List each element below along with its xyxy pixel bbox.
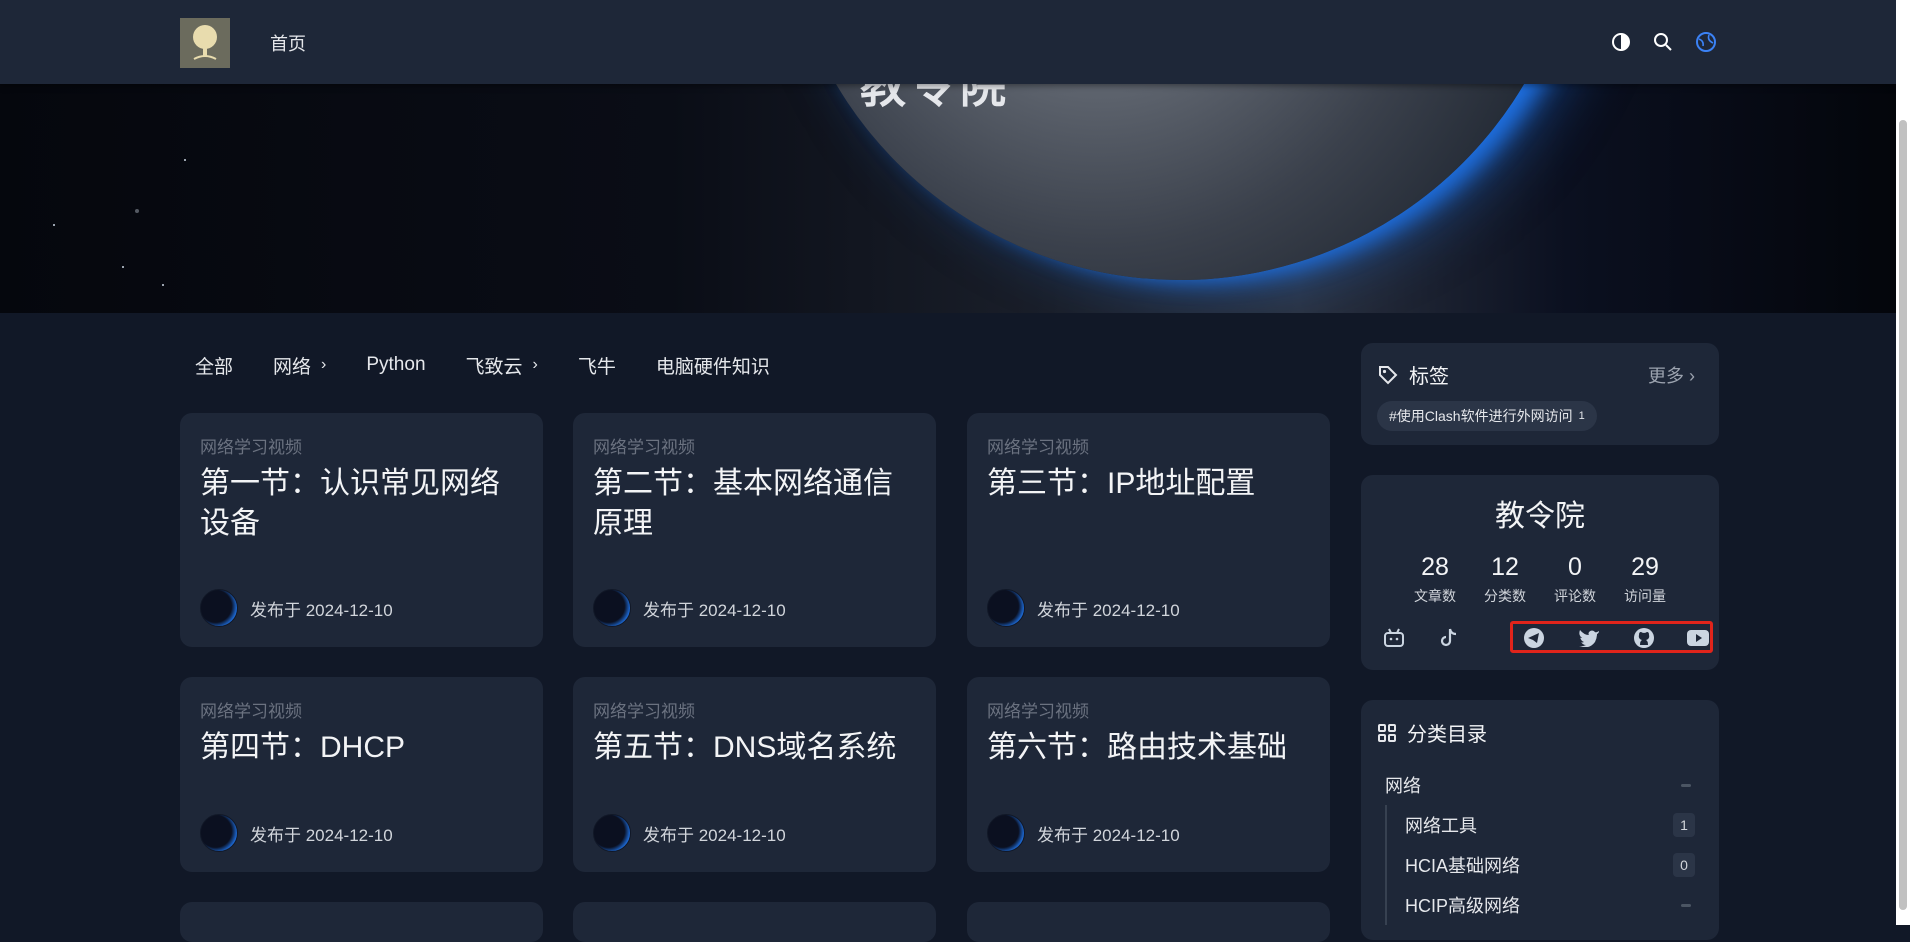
category-count: 0 (1673, 853, 1695, 877)
tag-icon (1379, 365, 1398, 384)
tree-icon (193, 25, 217, 60)
star (53, 224, 55, 226)
post-title[interactable]: 第二节：基本网络通信原理 (593, 464, 916, 544)
top-navbar: 首页 (0, 0, 1910, 84)
avatar (200, 589, 238, 627)
category-tabs: 全部 网络 › Python 飞致云 › 飞牛 电脑硬件知识 (195, 350, 810, 380)
tab-all[interactable]: 全部 (195, 352, 233, 379)
stat-comments[interactable]: 0 评论数 (1540, 553, 1610, 606)
category-item-hcip[interactable]: HCIP高级网络 (1405, 885, 1695, 925)
collapse-icon[interactable] (1681, 903, 1691, 907)
profile-panel: 教令院 28 文章数 12 分类数 0 评论数 29 访问量 (1361, 475, 1719, 670)
avatar (593, 814, 631, 852)
tab-python[interactable]: Python (366, 354, 425, 376)
category-count: 1 (1673, 813, 1695, 837)
profile-stats: 28 文章数 12 分类数 0 评论数 29 访问量 (1361, 553, 1719, 606)
post-title[interactable]: 第六节：路由技术基础 (987, 728, 1310, 768)
post-card[interactable] (967, 902, 1330, 942)
star (162, 284, 164, 286)
category-item-network[interactable]: 网络 (1377, 765, 1695, 805)
post-card[interactable]: 网络学习视频 第六节：路由技术基础 发布于 2024-12-10 (967, 677, 1330, 872)
tags-panel: 标签 更多 › #使用Clash软件进行外网访问 1 (1361, 343, 1719, 445)
chevron-right-icon: › (321, 356, 327, 373)
star (184, 159, 186, 161)
post-category[interactable]: 网络学习视频 (987, 433, 1310, 458)
grid-icon (1378, 723, 1396, 742)
avatar (593, 589, 631, 627)
social-highlight-box (1510, 621, 1713, 653)
avatar (987, 814, 1025, 852)
categories-panel-header: 分类目录 (1377, 718, 1695, 747)
bilibili-icon[interactable] (1382, 626, 1406, 650)
chevron-right-icon: › (1689, 366, 1695, 386)
stat-visits[interactable]: 29 访问量 (1610, 553, 1680, 606)
star (135, 209, 139, 213)
category-children: 网络工具 1 HCIA基础网络 0 HCIP高级网络 (1385, 805, 1695, 925)
post-date: 发布于 2024-12-10 (643, 600, 786, 620)
collapse-icon[interactable] (1681, 783, 1691, 787)
tag-chip[interactable]: #使用Clash软件进行外网访问 1 (1377, 401, 1597, 431)
tab-hardware[interactable]: 电脑硬件知识 (656, 352, 770, 379)
post-meta: 发布于 2024-12-10 (593, 814, 786, 852)
site-logo[interactable] (180, 18, 230, 68)
post-category[interactable]: 网络学习视频 (593, 697, 916, 722)
post-title[interactable]: 第一节：认识常见网络设备 (200, 464, 523, 544)
avatar (987, 589, 1025, 627)
tab-network[interactable]: 网络 › (273, 352, 326, 379)
social-links (1379, 621, 1713, 655)
category-item-network-tools[interactable]: 网络工具 1 (1405, 805, 1695, 845)
stat-articles[interactable]: 28 文章数 (1400, 553, 1470, 606)
search-icon[interactable] (1651, 30, 1675, 54)
post-category[interactable]: 网络学习视频 (593, 433, 916, 458)
profile-name: 教令院 (1495, 500, 1585, 533)
categories-panel: 分类目录 网络 网络工具 1 HCIA基础网络 0 HCIP高级网络 (1361, 700, 1719, 940)
avatar (200, 814, 238, 852)
post-card[interactable]: 网络学习视频 第四节：DHCP 发布于 2024-12-10 (180, 677, 543, 872)
post-meta: 发布于 2024-12-10 (987, 589, 1180, 627)
post-category[interactable]: 网络学习视频 (200, 433, 523, 458)
page-scrollbar[interactable] (1896, 0, 1910, 925)
post-card[interactable]: 网络学习视频 第二节：基本网络通信原理 发布于 2024-12-10 (573, 413, 936, 647)
tab-fit2cloud[interactable]: 飞致云 › (466, 352, 538, 379)
post-category[interactable]: 网络学习视频 (987, 697, 1310, 722)
post-card[interactable] (180, 902, 543, 942)
stat-categories[interactable]: 12 分类数 (1470, 553, 1540, 606)
post-card[interactable]: 网络学习视频 第一节：认识常见网络设备 发布于 2024-12-10 (180, 413, 543, 647)
post-meta: 发布于 2024-12-10 (987, 814, 1180, 852)
post-card[interactable]: 网络学习视频 第三节：IP地址配置 发布于 2024-12-10 (967, 413, 1330, 647)
category-item-hcia[interactable]: HCIA基础网络 0 (1405, 845, 1695, 885)
post-date: 发布于 2024-12-10 (250, 600, 393, 620)
nav-home-link[interactable]: 首页 (270, 30, 306, 56)
globe-icon[interactable] (1694, 30, 1718, 54)
tags-panel-title: 标签 (1409, 366, 1449, 388)
post-title[interactable]: 第四节：DHCP (200, 728, 523, 768)
category-tree: 网络 网络工具 1 HCIA基础网络 0 HCIP高级网络 (1377, 765, 1695, 925)
post-category[interactable]: 网络学习视频 (200, 697, 523, 722)
post-meta: 发布于 2024-12-10 (200, 814, 393, 852)
tags-more-link[interactable]: 更多 › (1648, 362, 1695, 388)
post-card[interactable] (573, 902, 936, 942)
post-card[interactable]: 网络学习视频 第五节：DNS域名系统 发布于 2024-12-10 (573, 677, 936, 872)
scrollbar-thumb[interactable] (1899, 120, 1907, 910)
chevron-right-icon: › (532, 356, 538, 373)
theme-toggle-icon[interactable] (1609, 30, 1633, 54)
post-meta: 发布于 2024-12-10 (593, 589, 786, 627)
star (122, 266, 124, 268)
tiktok-icon[interactable] (1437, 626, 1461, 650)
tab-fnos[interactable]: 飞牛 (578, 352, 616, 379)
post-date: 发布于 2024-12-10 (1037, 825, 1180, 845)
post-date: 发布于 2024-12-10 (643, 825, 786, 845)
post-title[interactable]: 第三节：IP地址配置 (987, 464, 1310, 504)
post-date: 发布于 2024-12-10 (1037, 600, 1180, 620)
categories-panel-title: 分类目录 (1407, 724, 1487, 746)
post-date: 发布于 2024-12-10 (250, 825, 393, 845)
tag-count: 1 (1578, 410, 1585, 422)
post-meta: 发布于 2024-12-10 (200, 589, 393, 627)
post-title[interactable]: 第五节：DNS域名系统 (593, 728, 916, 768)
